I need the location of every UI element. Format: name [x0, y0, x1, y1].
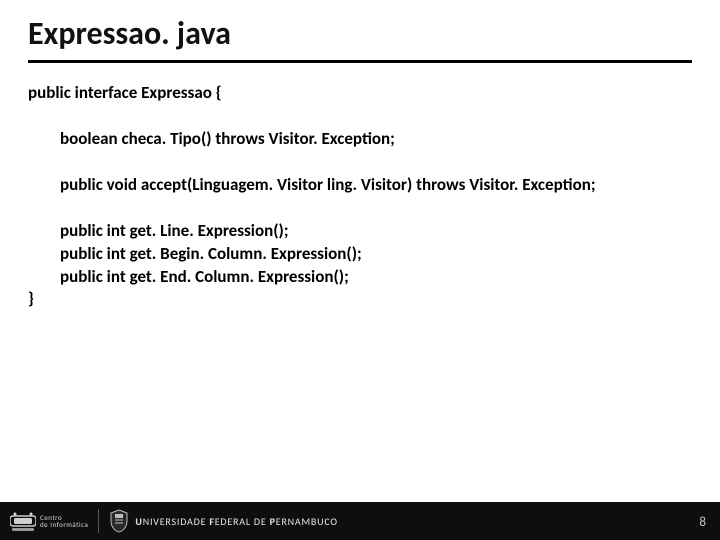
ufpe-shield-icon	[109, 509, 129, 533]
slide: Expressao. java public interface Express…	[0, 0, 720, 540]
code-line-getbegin: public int get. Begin. Column. Expressio…	[28, 243, 692, 266]
footer-left: Centro de Informática UNIVERSIDADE FEDER…	[10, 509, 338, 533]
cin-line2: de Informática	[40, 521, 88, 528]
page-number: 8	[699, 515, 706, 530]
code-blank	[28, 105, 692, 128]
footer-bar: Centro de Informática UNIVERSIDADE FEDER…	[0, 502, 720, 540]
footer-divider	[98, 509, 99, 533]
code-line-getline: public int get. Line. Expression();	[28, 220, 692, 243]
cin-logo-text: Centro de Informática	[40, 514, 88, 529]
code-line-open: public interface Expressao {	[28, 82, 692, 105]
page-title: Expressao. java	[28, 14, 231, 53]
code-blank	[28, 197, 692, 220]
ufpe-logo: UNIVERSIDADE FEDERAL DE PERNAMBUCO	[109, 509, 337, 533]
code-block: public interface Expressao { boolean che…	[28, 82, 692, 311]
code-blank	[28, 151, 692, 174]
ufpe-text: UNIVERSIDADE FEDERAL DE PERNAMBUCO	[135, 515, 337, 528]
code-line-accept: public void accept(Linguagem. Visitor li…	[28, 174, 692, 197]
title-underline	[28, 60, 692, 63]
code-line-close: }	[28, 288, 692, 311]
code-line-getend: public int get. End. Column. Expression(…	[28, 266, 692, 289]
code-line-checatipo: boolean checa. Tipo() throws Visitor. Ex…	[28, 128, 692, 151]
cin-icon	[10, 510, 36, 532]
cin-logo: Centro de Informática	[10, 510, 88, 532]
